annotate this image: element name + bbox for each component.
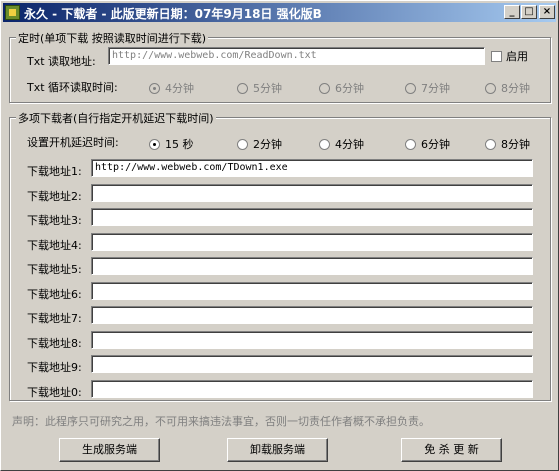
loop-option-5min: 5分钟	[237, 80, 282, 96]
delay-option-6min[interactable]: 6分钟	[405, 136, 450, 152]
download-url-label: 下载地址2:	[27, 189, 82, 203]
download-url-label: 下载地址7:	[27, 312, 82, 325]
download-url-input[interactable]	[91, 379, 533, 398]
download-url-label: 下载地址8:	[27, 336, 82, 350]
download-url-label: 下载地址1:	[27, 165, 82, 178]
free-update-button[interactable]: 免 杀 更 新	[401, 438, 502, 462]
download-url-label: 下载地址9:	[27, 361, 82, 374]
download-url-input[interactable]: http://www.webweb.com/TDown1.exe	[91, 159, 533, 177]
maximize-button[interactable]: □	[521, 5, 537, 19]
multi-group-title: 多项下载者(自行指定开机延迟下载时间)	[16, 110, 216, 126]
delay-time-label: 设置开机延迟时间:	[27, 136, 119, 149]
delay-option-4min[interactable]: 4分钟	[319, 136, 364, 152]
download-url-label: 下载地址6:	[27, 287, 82, 301]
enable-checkbox-box[interactable]	[491, 51, 502, 62]
delay-option-15s[interactable]: 15 秒	[149, 136, 194, 152]
download-url-input[interactable]	[91, 281, 533, 300]
loop-option-7min: 7分钟	[405, 80, 450, 96]
app-icon	[5, 5, 20, 20]
generate-server-button[interactable]: 生成服务端	[59, 438, 160, 462]
uninstall-server-button[interactable]: 卸载服务端	[227, 438, 328, 462]
enable-checkbox[interactable]: 启用	[491, 48, 528, 64]
close-button[interactable]: ×	[539, 5, 555, 19]
loop-option-6min: 6分钟	[319, 80, 364, 96]
minimize-button[interactable]: _	[504, 5, 520, 19]
download-url-input[interactable]	[91, 355, 533, 373]
download-url-label: 下载地址3:	[27, 214, 82, 227]
download-url-label: 下载地址4:	[27, 238, 82, 252]
disclaimer-text: 声明：此程序只可研究之用，不可用来搞违法事宜，否则一切责任作者概不承担负责。	[12, 415, 430, 428]
txt-url-input[interactable]: http://www.webweb.com/ReadDown.txt	[108, 47, 485, 65]
loop-time-label: Txt 循环读取时间:	[27, 81, 118, 94]
download-url-input[interactable]	[91, 208, 533, 226]
download-url-input[interactable]	[91, 232, 533, 251]
download-url-label: 下载地址0:	[27, 385, 82, 399]
delay-option-8min[interactable]: 8分钟	[485, 136, 530, 152]
loop-option-4min: 4分钟	[149, 80, 194, 96]
txt-read-label: Txt 读取地址:	[27, 55, 96, 68]
enable-checkbox-label: 启用	[506, 50, 528, 63]
download-url-label: 下载地址5:	[27, 263, 82, 276]
main-window: 永久 - 下载者 - 此版更新日期：07年9月18日 强化版B _ □ × 定时…	[0, 0, 559, 471]
download-url-input[interactable]	[91, 306, 533, 324]
window-title: 永久 - 下载者 - 此版更新日期：07年9月18日 强化版B	[24, 7, 322, 21]
download-url-input[interactable]	[91, 330, 533, 349]
timed-group-title: 定时(单项下载 按照读取时间进行下载)	[16, 30, 209, 46]
title-bar[interactable]: 永久 - 下载者 - 此版更新日期：07年9月18日 强化版B _ □ ×	[3, 3, 556, 22]
download-url-input[interactable]	[91, 257, 533, 275]
download-url-input[interactable]	[91, 183, 533, 202]
delay-option-2min[interactable]: 2分钟	[237, 136, 282, 152]
loop-option-8min: 8分钟	[485, 80, 530, 96]
